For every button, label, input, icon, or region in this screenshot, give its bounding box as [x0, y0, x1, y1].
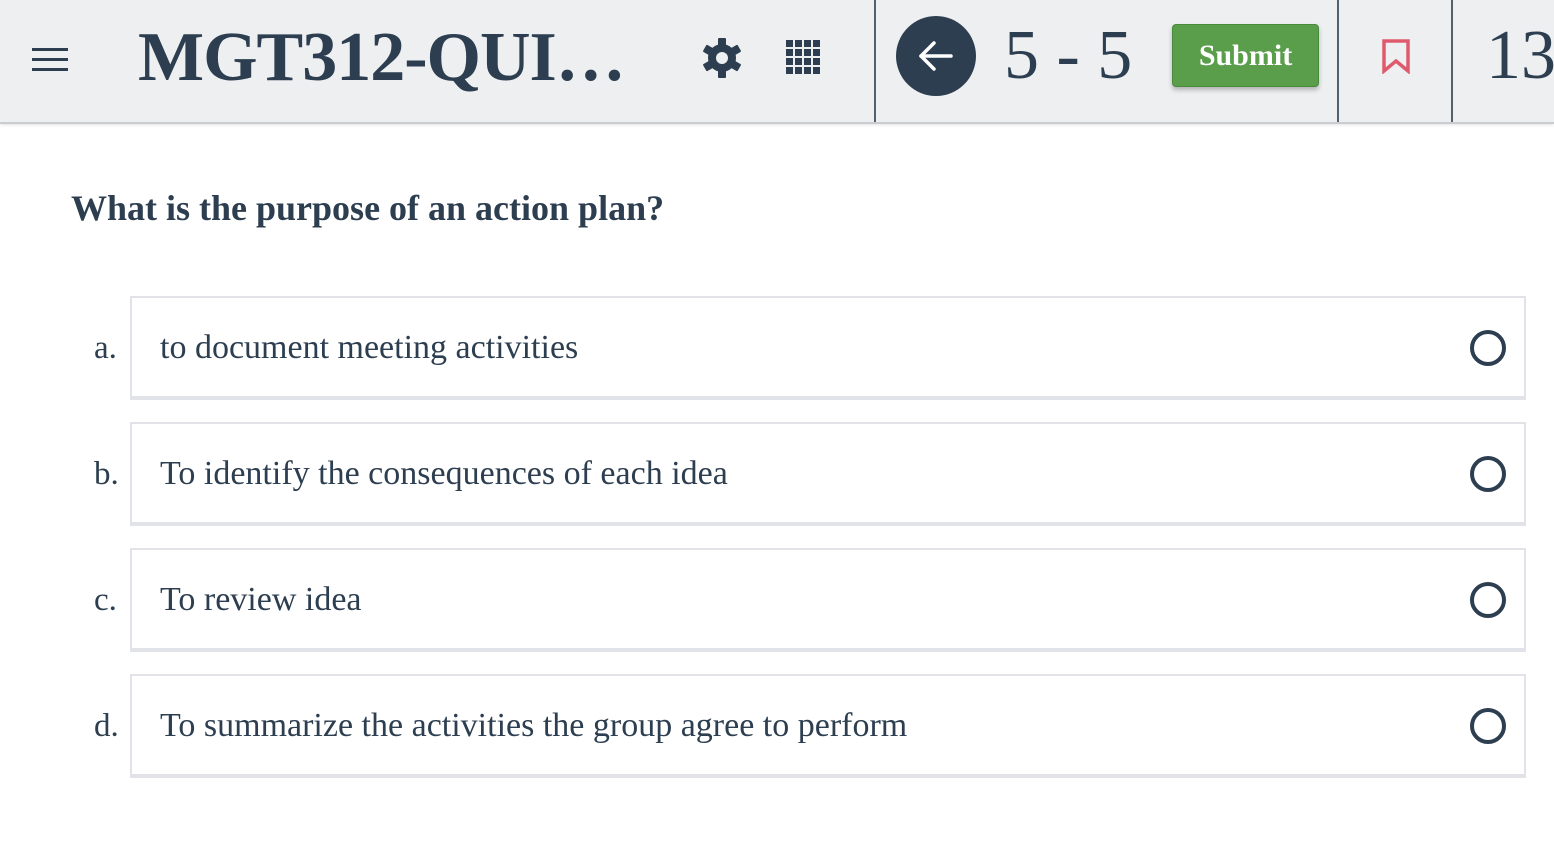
question-text: What is the purpose of an action plan? — [71, 188, 665, 228]
option-c-letter: c. — [94, 582, 117, 618]
toolbar-divider — [874, 0, 876, 122]
answer-option-c[interactable]: To review idea — [130, 548, 1526, 652]
answer-option-b[interactable]: To identify the consequences of each ide… — [130, 422, 1526, 526]
radio-button-a[interactable] — [1470, 330, 1506, 366]
menu-bar-line — [32, 68, 68, 71]
toolbar-divider — [1337, 0, 1339, 122]
radio-button-d[interactable] — [1470, 708, 1506, 744]
radio-button-c[interactable] — [1470, 582, 1506, 618]
hamburger-menu-icon[interactable] — [30, 42, 70, 76]
grid-icon[interactable] — [786, 40, 820, 74]
toolbar-divider — [1451, 0, 1453, 122]
menu-bar-line — [32, 58, 68, 61]
back-button[interactable] — [896, 16, 976, 96]
answer-option-d[interactable]: To summarize the activities the group ag… — [130, 674, 1526, 778]
quiz-title: MGT312-QUI… — [138, 19, 626, 96]
option-a-letter: a. — [94, 330, 117, 366]
page-range-indicator: 5 - 5 — [1004, 17, 1133, 94]
timer-display: 13 — [1486, 17, 1554, 94]
menu-bar-line — [32, 48, 68, 51]
option-c-text: To review idea — [160, 581, 362, 618]
option-d-letter: d. — [94, 708, 119, 744]
option-a-text: to document meeting activities — [160, 329, 579, 366]
arrow-left-icon — [919, 41, 953, 71]
gear-icon[interactable] — [700, 36, 744, 80]
top-toolbar: MGT312-QUI… 5 - 5 Submit 13 — [0, 0, 1554, 124]
bookmark-icon[interactable] — [1380, 38, 1412, 75]
option-b-text: To identify the consequences of each ide… — [160, 455, 728, 492]
answer-option-a[interactable]: to document meeting activities — [130, 296, 1526, 400]
radio-button-b[interactable] — [1470, 456, 1506, 492]
submit-button[interactable]: Submit — [1172, 24, 1319, 87]
option-d-text: To summarize the activities the group ag… — [160, 707, 908, 744]
option-b-letter: b. — [94, 456, 119, 492]
